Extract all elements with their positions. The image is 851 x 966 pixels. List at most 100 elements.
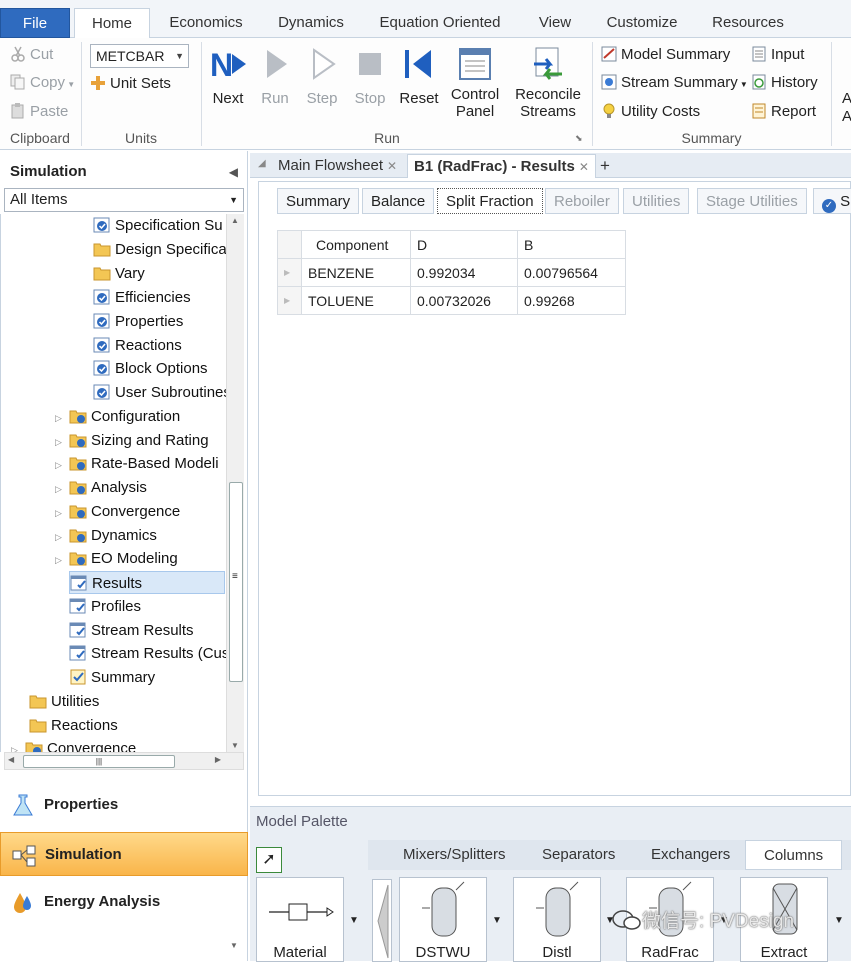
expand-icon[interactable]: ▷ xyxy=(55,526,69,549)
unit-set-select[interactable]: METCBAR ▼ xyxy=(90,44,189,68)
form-tab-split-fraction[interactable]: Split Fraction xyxy=(437,188,543,214)
tree-item-properties[interactable]: Properties xyxy=(93,310,183,333)
tree-item-block-options[interactable]: Block Options xyxy=(93,357,208,380)
scroll-up-icon[interactable]: ▲ xyxy=(231,216,239,225)
cut-button[interactable]: Cut xyxy=(10,44,53,66)
close-icon[interactable]: ✕ xyxy=(387,159,397,173)
palette-scroll-left-icon[interactable] xyxy=(372,879,392,962)
tab-main-flowsheet[interactable]: Main Flowsheet ✕ xyxy=(272,154,403,178)
expand-icon[interactable]: ▷ xyxy=(55,431,69,454)
tree-item-profiles[interactable]: Profiles xyxy=(69,595,141,618)
palette-item-dstwu[interactable]: DSTWU xyxy=(399,877,487,962)
chevron-down-icon[interactable]: ▼ xyxy=(349,915,359,926)
tree-item-design-specifications[interactable]: Design Specifica xyxy=(93,238,226,261)
report-button[interactable]: Report xyxy=(751,101,816,123)
tree-item-reactions[interactable]: Reactions xyxy=(93,334,182,357)
tree-item-results[interactable]: Results xyxy=(69,571,225,594)
expand-icon[interactable]: ▷ xyxy=(55,407,69,430)
palette-tab-mixers-splitters[interactable]: Mixers/Splitters xyxy=(403,840,506,870)
reconcile-streams-button[interactable]: Reconcile Streams xyxy=(513,44,583,120)
tab-customize[interactable]: Customize xyxy=(598,8,686,38)
table-cell-b[interactable]: 0.00796564 xyxy=(517,258,626,287)
stream-summary-button[interactable]: Stream Summary ▼ xyxy=(601,72,748,94)
clipped-ribbon-item[interactable]: A xyxy=(842,106,851,128)
tab-dynamics[interactable]: Dynamics xyxy=(268,8,354,38)
control-panel-button[interactable]: Control Panel xyxy=(447,44,503,120)
run-button[interactable]: Run xyxy=(249,44,301,107)
next-button[interactable]: N Next xyxy=(202,44,254,107)
tree-item-efficiencies[interactable]: Efficiencies xyxy=(93,286,191,309)
nav-button-properties[interactable]: Properties xyxy=(0,783,248,827)
utility-costs-button[interactable]: Utility Costs xyxy=(601,101,700,123)
row-selector[interactable]: ▶ xyxy=(277,258,302,287)
expand-icon[interactable]: ▷ xyxy=(55,502,69,525)
tree-item-vary[interactable]: Vary xyxy=(93,262,145,285)
scrollbar-thumb[interactable]: ||| xyxy=(23,755,175,768)
chevron-down-icon[interactable]: ▼ xyxy=(834,915,844,926)
tree-item-user-subroutines[interactable]: User Subroutines xyxy=(93,381,226,404)
tree-item-reactions-folder[interactable]: Reactions xyxy=(29,714,118,737)
table-cell-d[interactable]: 0.00732026 xyxy=(410,286,518,315)
tree-horizontal-scrollbar[interactable]: ◀ ||| ▶ xyxy=(4,752,244,770)
chevron-down-icon[interactable]: ▼ xyxy=(492,915,502,926)
nav-button-energy-analysis[interactable]: Energy Analysis xyxy=(0,880,248,924)
scroll-right-icon[interactable]: ▶ xyxy=(215,755,221,764)
tab-equation-oriented[interactable]: Equation Oriented xyxy=(370,8,510,38)
form-tab-summary[interactable]: Summary xyxy=(277,188,360,214)
tree-vertical-scrollbar[interactable]: ▲ ≡ ▼ xyxy=(226,214,244,752)
stop-button[interactable]: Stop xyxy=(344,44,396,107)
tab-view[interactable]: View xyxy=(530,8,580,38)
form-tab-stage-utilities[interactable]: Stage Utilities xyxy=(697,188,807,214)
tree-item-summary[interactable]: Summary xyxy=(69,666,155,689)
close-icon[interactable]: ✕ xyxy=(579,160,589,174)
tree-item-dynamics[interactable]: ▷ Dynamics xyxy=(55,524,157,547)
palette-item-material[interactable]: Material xyxy=(256,877,344,962)
palette-item-distl[interactable]: Distl xyxy=(513,877,601,962)
expand-icon[interactable]: ▷ xyxy=(55,454,69,477)
tree-item-sizing-and-rating[interactable]: ▷ Sizing and Rating xyxy=(55,429,209,452)
tree-item-convergence[interactable]: ▷ Convergence xyxy=(55,500,180,523)
more-icon[interactable]: ▼ xyxy=(230,941,238,950)
reset-button[interactable]: Reset xyxy=(393,44,445,107)
tree-item-analysis[interactable]: ▷ Analysis xyxy=(55,476,147,499)
tree-item-rate-based-modeling[interactable]: ▷ Rate-Based Modeli xyxy=(55,452,219,475)
expand-icon[interactable]: ▷ xyxy=(55,549,69,572)
tab-file[interactable]: File xyxy=(0,8,70,38)
dialog-launcher-icon[interactable]: ⬊ xyxy=(575,133,583,144)
expand-icon[interactable]: ▷ xyxy=(55,478,69,501)
collapse-pane-icon[interactable]: ◀ xyxy=(229,159,238,185)
unit-sets-button[interactable]: Unit Sets xyxy=(90,73,171,95)
tab-economics[interactable]: Economics xyxy=(160,8,252,38)
paste-button[interactable]: Paste xyxy=(10,101,68,123)
model-summary-button[interactable]: Model Summary xyxy=(601,44,730,66)
tree-item-specification-summary[interactable]: Specification Su xyxy=(93,214,223,237)
new-tab-icon[interactable]: + xyxy=(594,154,616,178)
scroll-left-icon[interactable]: ◀ xyxy=(8,755,14,764)
table-cell-b[interactable]: 0.99268 xyxy=(517,286,626,315)
form-tab-balance[interactable]: Balance xyxy=(362,188,435,214)
history-button[interactable]: History xyxy=(751,72,818,94)
nav-button-simulation[interactable]: Simulation xyxy=(0,832,248,876)
form-tab-utilities[interactable]: Utilities xyxy=(623,188,690,214)
tree-item-convergence-folder[interactable]: ▷ Convergence xyxy=(11,737,136,752)
palette-tab-exchangers[interactable]: Exchangers xyxy=(651,840,730,870)
tree-item-stream-results[interactable]: Stream Results xyxy=(69,619,194,642)
scrollbar-thumb[interactable]: ≡ xyxy=(229,482,243,682)
table-cell-d[interactable]: 0.992034 xyxy=(410,258,518,287)
tab-home[interactable]: Home xyxy=(74,8,150,39)
pointer-tool-icon[interactable]: ➚ xyxy=(256,847,282,873)
nav-filter-select[interactable]: All Items ▼ xyxy=(4,188,244,212)
tab-overflow-icon[interactable]: ◢ xyxy=(258,158,266,169)
form-tab-status[interactable]: ✓ S xyxy=(813,188,851,214)
copy-button[interactable]: Copy ▼ xyxy=(10,72,75,94)
expand-icon[interactable]: ▷ xyxy=(11,739,25,752)
palette-tab-separators[interactable]: Separators xyxy=(542,840,615,870)
scroll-down-icon[interactable]: ▼ xyxy=(231,741,239,750)
tree-item-configuration[interactable]: ▷ Configuration xyxy=(55,405,180,428)
input-button[interactable]: Input xyxy=(751,44,804,66)
step-button[interactable]: Step xyxy=(296,44,348,107)
tab-resources[interactable]: Resources xyxy=(706,8,790,38)
palette-tab-columns[interactable]: Columns xyxy=(745,840,843,870)
form-tab-reboiler[interactable]: Reboiler xyxy=(545,188,619,214)
tree-item-stream-results-custom[interactable]: Stream Results (Cus xyxy=(69,642,226,665)
